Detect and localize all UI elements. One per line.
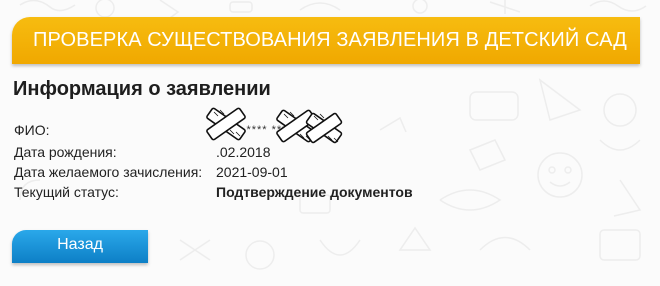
enrollment-date-label: Дата желаемого зачисления: xyxy=(14,164,203,180)
status-label: Текущий статус: xyxy=(14,184,119,200)
birth-date-value: .02.2018 xyxy=(216,144,271,160)
birth-date-label: Дата рождения: xyxy=(14,144,117,160)
fio-value: ***** **** ****** xyxy=(216,124,304,136)
page-banner: ПРОВЕРКА СУЩЕСТВОВАНИЯ ЗАЯВЛЕНИЯ В ДЕТСК… xyxy=(12,17,640,64)
back-button[interactable]: Назад xyxy=(12,230,148,263)
fio-label: ФИО: xyxy=(14,122,50,138)
section-heading: Информация о заявлении xyxy=(13,78,271,100)
banner-title: ПРОВЕРКА СУЩЕСТВОВАНИЯ ЗАЯВЛЕНИЯ В ДЕТСК… xyxy=(33,29,627,51)
enrollment-date-value: 2021-09-01 xyxy=(216,164,288,180)
status-value: Подтверждение документов xyxy=(216,184,413,200)
